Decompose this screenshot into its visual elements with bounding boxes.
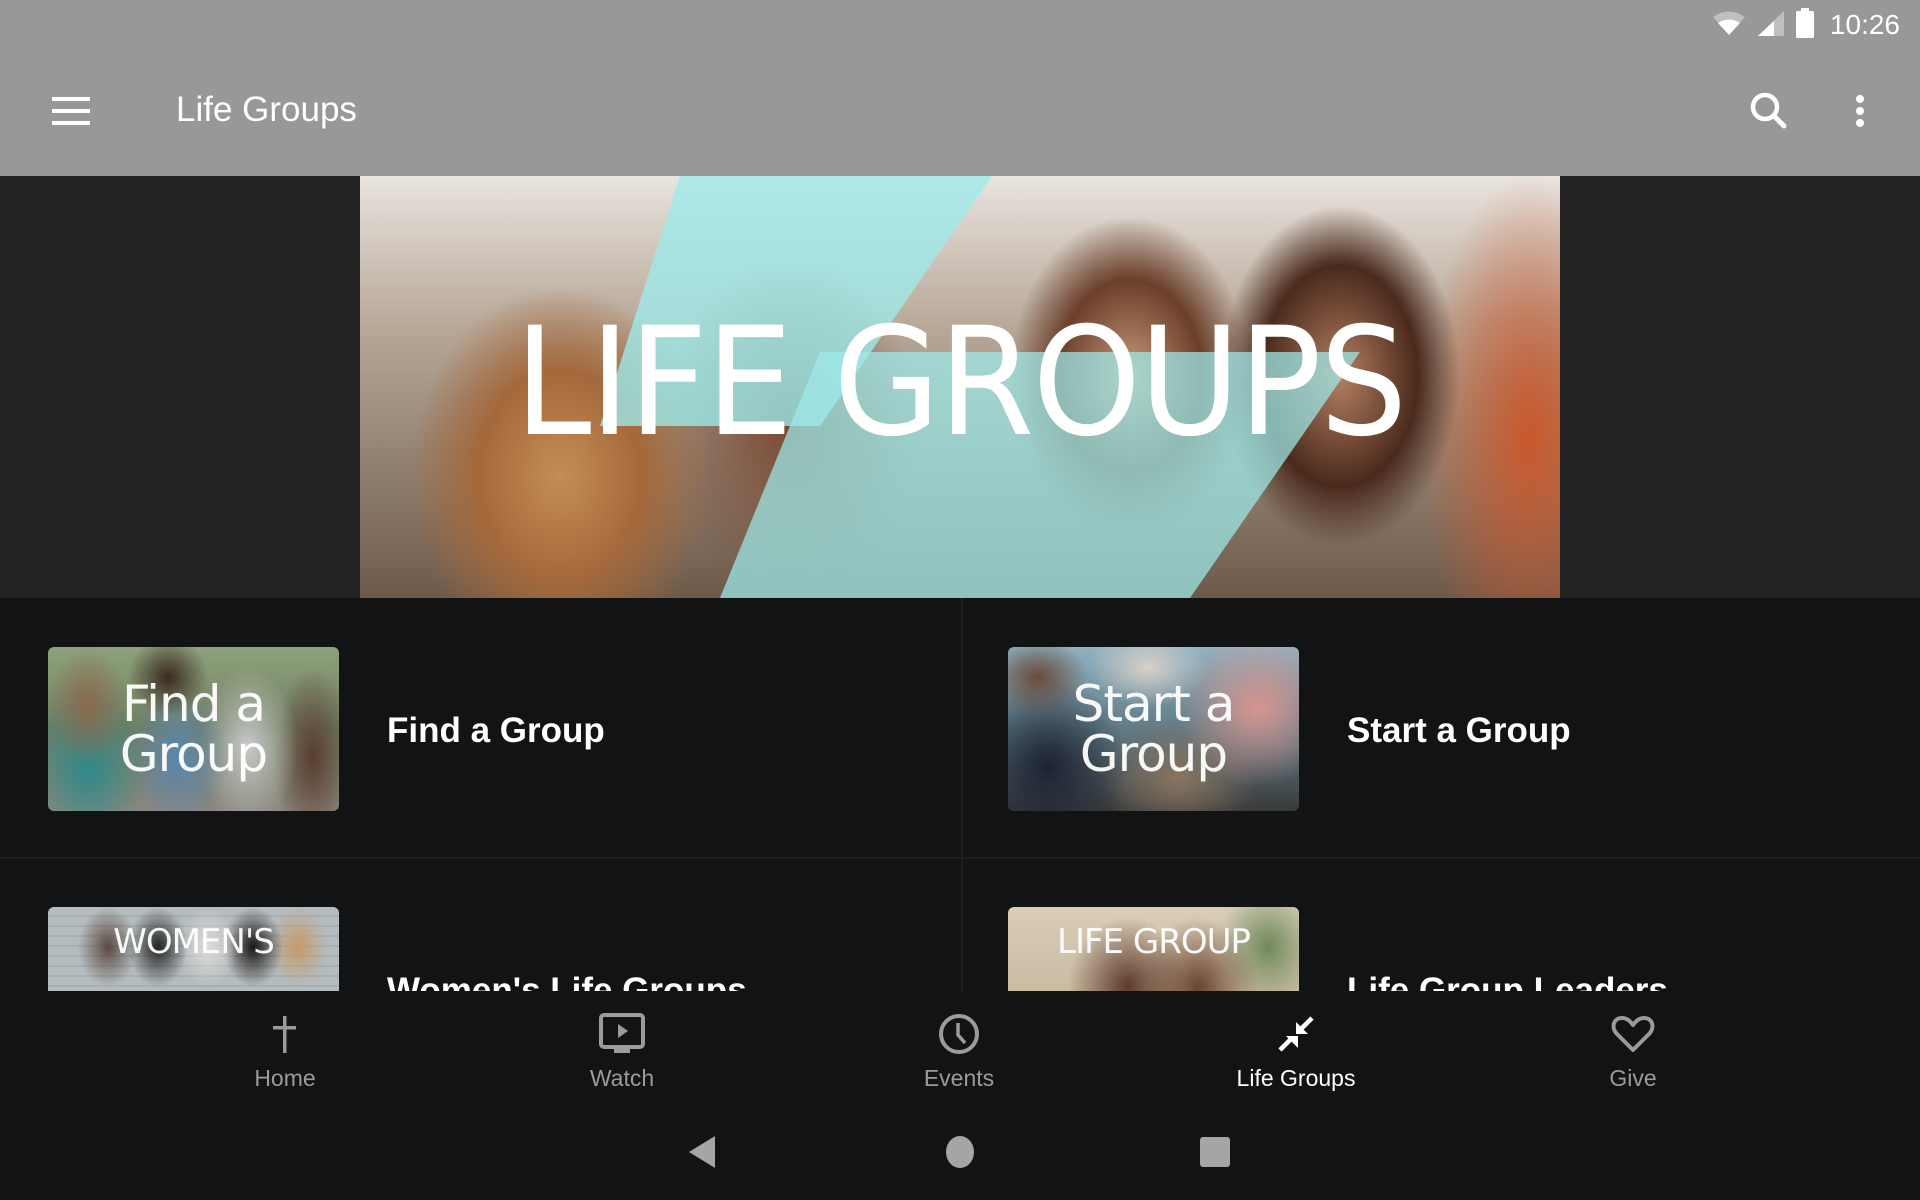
tile-life-group-leaders[interactable]: LIFE GROUP Life Group Leaders: [960, 858, 1920, 991]
status-bar: 10:26: [0, 0, 1920, 50]
nav-item-events[interactable]: Events: [859, 991, 1059, 1100]
banner-section: LIFE GROUPS: [0, 176, 1920, 598]
nav-label: Watch: [589, 1065, 655, 1091]
hamburger-menu-icon: [52, 96, 92, 130]
tile-start-a-group[interactable]: Start a Group Start a Group: [960, 598, 1920, 858]
nav-label: Events: [923, 1065, 995, 1091]
bottom-navigation: Home Watch Events Life Groups Give: [0, 991, 1920, 1100]
thumbnail-text: Start a Group: [1072, 675, 1236, 783]
system-navigation-bar: [0, 1100, 1920, 1200]
tile-label: Women's Life Groups: [387, 971, 747, 991]
search-icon: [1749, 91, 1789, 136]
hero-banner-image[interactable]: LIFE GROUPS: [360, 176, 1560, 598]
recents-square-icon: [1199, 1136, 1231, 1173]
status-time: 10:26: [1829, 9, 1900, 40]
nav-item-watch[interactable]: Watch: [522, 991, 722, 1100]
tile-label: Find a Group: [387, 711, 605, 750]
page-title: Life Groups: [176, 90, 357, 129]
battery-icon: [1795, 7, 1814, 43]
more-options-button[interactable]: [1840, 84, 1880, 142]
clock-icon: [937, 1011, 981, 1057]
row-divider: [0, 857, 1920, 859]
nav-item-life-groups[interactable]: Life Groups: [1196, 991, 1396, 1100]
nav-item-give[interactable]: Give: [1533, 991, 1733, 1100]
wifi-icon: [1712, 10, 1746, 41]
search-button[interactable]: [1740, 84, 1798, 142]
tile-thumbnail: Start a Group: [1008, 647, 1299, 811]
cross-icon: [270, 1011, 300, 1057]
home-circle-icon: [944, 1135, 976, 1174]
banner-title: LIFE GROUPS: [514, 296, 1407, 470]
arrows-collapse-icon: [1276, 1011, 1316, 1057]
status-icons: 10:26: [1712, 7, 1900, 43]
tile-label: Life Group Leaders: [1347, 971, 1668, 991]
app-bar: Life Groups: [0, 50, 1920, 176]
nav-label: Home: [254, 1065, 316, 1091]
system-back-button[interactable]: [682, 1134, 722, 1174]
thumbnail-text: WOMEN'S: [113, 922, 275, 962]
column-divider: [961, 598, 963, 991]
nav-label: Give: [1609, 1065, 1657, 1091]
life-groups-list: Find a Group Find a Group Start a Group …: [0, 598, 1920, 991]
system-recents-button[interactable]: [1195, 1134, 1235, 1174]
cellular-signal-icon: [1756, 9, 1786, 42]
tile-womens-life-groups[interactable]: WOMEN'S Women's Life Groups: [0, 858, 960, 991]
system-home-button[interactable]: [940, 1134, 980, 1174]
more-vert-icon: [1854, 93, 1866, 134]
menu-button[interactable]: [38, 86, 106, 140]
thumbnail-text: LIFE GROUP: [1057, 922, 1251, 962]
nav-label: Life Groups: [1236, 1065, 1356, 1091]
tile-find-a-group[interactable]: Find a Group Find a Group: [0, 598, 960, 858]
tile-thumbnail: LIFE GROUP: [1008, 907, 1299, 991]
tile-label: Start a Group: [1347, 711, 1571, 750]
nav-item-home[interactable]: Home: [185, 991, 385, 1100]
tv-play-icon: [599, 1011, 645, 1057]
tile-thumbnail: WOMEN'S: [48, 907, 339, 991]
back-triangle-icon: [687, 1134, 717, 1175]
heart-icon: [1611, 1011, 1655, 1057]
tile-thumbnail: Find a Group: [48, 647, 339, 811]
thumbnail-text: Find a Group: [119, 675, 268, 783]
